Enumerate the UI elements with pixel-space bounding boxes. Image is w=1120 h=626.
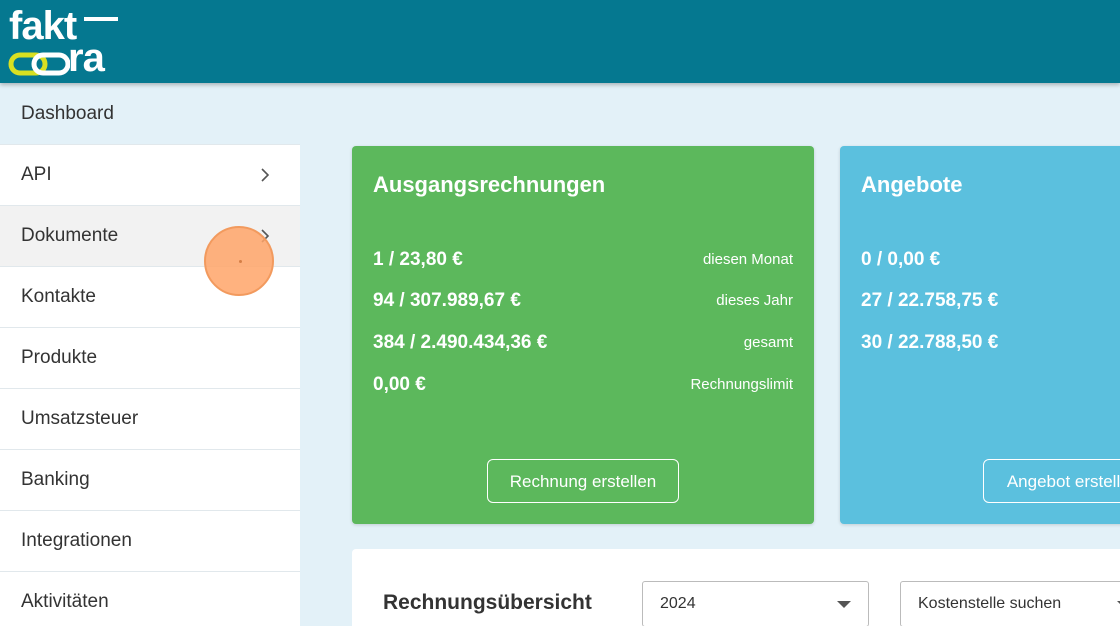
stat-row-year: 27 / 22.758,75 € — [861, 286, 1119, 316]
logo-bar — [84, 17, 118, 21]
stat-label: gesamt — [743, 334, 793, 351]
cursor-dot — [239, 260, 242, 263]
sidebar-item-api[interactable]: API — [0, 144, 300, 205]
offers-card-title: Angebote — [861, 172, 963, 197]
sidebar-item-label: Banking — [21, 469, 90, 490]
sidebar-item-produkte[interactable]: Produkte — [0, 327, 300, 388]
sidebar-item-label: Dokumente — [21, 225, 119, 246]
stat-row-total: 30 / 22.788,50 € — [861, 328, 1119, 358]
cost-center-select-value: Kostenstelle suchen — [918, 595, 1062, 612]
sidebar-title-dashboard[interactable]: Dashboard — [0, 83, 300, 144]
stat-value: 94 / 307.989,67 € — [373, 290, 521, 311]
year-select-value: 2024 — [660, 595, 696, 612]
invoice-overview-title: Rechnungsübersicht — [383, 591, 592, 614]
sidebar-item-label: API — [21, 164, 52, 185]
stat-value: 0,00 € — [373, 374, 426, 395]
create-invoice-button[interactable]: Rechnung erstellen — [487, 459, 679, 503]
sidebar-item-aktivitaeten[interactable]: Aktivitäten — [0, 571, 300, 626]
stat-row-total: 384 / 2.490.434,36 € gesamt — [373, 328, 793, 358]
sidebar-item-label: Integrationen — [21, 530, 132, 551]
sidebar-item-label: Kontakte — [21, 286, 96, 307]
logo-text-bottom: ra — [68, 36, 105, 80]
year-select[interactable]: 2024 — [642, 581, 869, 626]
stat-value: 384 / 2.490.434,36 € — [373, 332, 548, 353]
stat-value: 27 / 22.758,75 € — [861, 290, 999, 311]
stat-value: 0 / 0,00 € — [861, 249, 941, 270]
create-offer-button[interactable]: Angebot erstellen — [983, 459, 1120, 503]
top-header: fakt ra — [0, 0, 1120, 83]
cursor-highlight — [204, 226, 274, 296]
stat-value: 1 / 23,80 € — [373, 249, 463, 270]
stat-row-year: 94 / 307.989,67 € dieses Jahr — [373, 286, 793, 316]
sidebar-item-label: Aktivitäten — [21, 591, 109, 612]
dropdown-caret-icon — [837, 601, 851, 608]
sidebar: Dashboard API Dokumente Kontakte Produkt… — [0, 83, 300, 626]
stat-row-month: 0 / 0,00 € — [861, 245, 1119, 275]
stat-label: dieses Jahr — [716, 292, 793, 309]
sidebar-item-label: Produkte — [21, 347, 98, 368]
cost-center-select[interactable]: Kostenstelle suchen — [900, 581, 1120, 626]
stat-row-limit: 0,00 € Rechnungslimit — [373, 370, 793, 400]
invoice-overview-panel: Rechnungsübersicht 2024 Kostenstelle suc… — [352, 549, 1120, 626]
offers-card: Angebote 0 / 0,00 € 27 / 22.758,75 € 30 … — [840, 146, 1120, 524]
stat-row-month: 1 / 23,80 € diesen Monat — [373, 245, 793, 275]
invoices-card-title: Ausgangsrechnungen — [373, 172, 606, 197]
stat-label: diesen Monat — [702, 251, 793, 268]
sidebar-item-integrationen[interactable]: Integrationen — [0, 510, 300, 571]
sidebar-item-banking[interactable]: Banking — [0, 449, 300, 510]
invoices-card: Ausgangsrechnungen 1 / 23,80 € diesen Mo… — [352, 146, 814, 524]
sidebar-item-label: Umsatzsteuer — [21, 408, 139, 429]
logo-text-top: fakt — [9, 4, 77, 48]
sidebar-item-umsatzsteuer[interactable]: Umsatzsteuer — [0, 388, 300, 449]
faktoora-logo[interactable]: fakt ra — [6, 6, 122, 78]
chevron-right-icon — [261, 168, 270, 182]
logo-rings-icon — [8, 52, 70, 76]
stat-label: Rechnungslimit — [690, 376, 793, 393]
stat-value: 30 / 22.788,50 € — [861, 332, 999, 353]
